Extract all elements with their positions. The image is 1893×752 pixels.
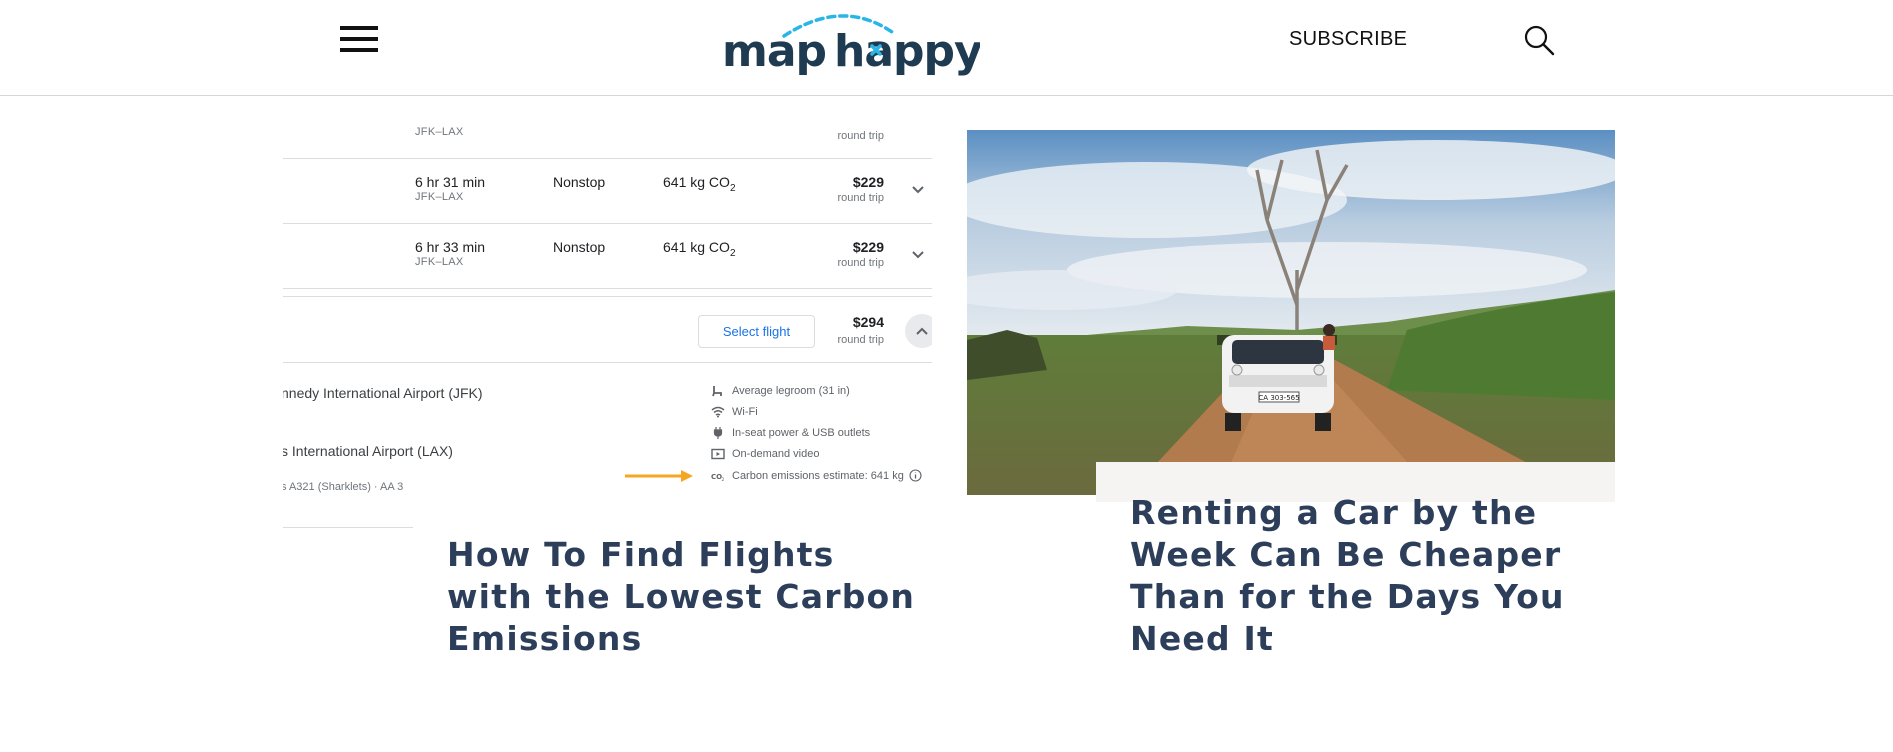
article-title-car-rental[interactable]: Renting a Car by the Week Can Be Cheaper…: [1130, 492, 1580, 660]
info-icon[interactable]: [909, 469, 922, 482]
amenity-legroom: Average legroom (31 in): [711, 385, 850, 397]
duration: 6 hr 31 min: [415, 174, 486, 190]
collapse-button[interactable]: [905, 314, 932, 348]
chevron-down-icon[interactable]: [908, 180, 928, 200]
subscribe-link[interactable]: SUBSCRIBE: [1289, 28, 1407, 51]
site-header: map happy SUBSCRIBE: [0, 0, 1893, 96]
svg-text:CO: CO: [711, 473, 722, 481]
price: $229: [852, 174, 884, 190]
svg-text:2: 2: [722, 477, 725, 482]
aircraft-info: s A321 (Sharklets) · AA 3: [283, 481, 404, 493]
svg-text:map: map: [722, 26, 826, 77]
stops: Nonstop: [553, 174, 606, 190]
co2-icon: CO 2: [711, 473, 725, 482]
article-title-carbon-flights[interactable]: How To Find Flights with the Lowest Carb…: [447, 534, 917, 660]
amenity-power: In-seat power & USB outlets: [711, 427, 870, 439]
select-flight-button[interactable]: Select flight: [698, 315, 815, 348]
car-on-dirt-road-image: CA 303-565: [967, 130, 1615, 495]
power-plug-icon: [713, 427, 723, 439]
route-text: JFK–LAX: [415, 191, 464, 203]
hamburger-menu-icon[interactable]: [340, 26, 380, 56]
video-icon: [711, 448, 725, 460]
trip-type: round trip: [837, 257, 884, 269]
map-happy-logo[interactable]: map happy: [722, 6, 980, 80]
route-text: JFK–LAX: [415, 126, 464, 138]
chevron-down-icon[interactable]: [908, 245, 928, 265]
stops: Nonstop: [553, 239, 606, 255]
car-rental-photo[interactable]: CA 303-565: [967, 130, 1615, 495]
trip-type: round trip: [837, 334, 884, 346]
duration: 6 hr 33 min: [415, 239, 486, 255]
co2-emissions: 641 kg CO2: [663, 174, 736, 194]
amenity-co2: CO 2 Carbon emissions estimate: 641 kg: [711, 469, 922, 482]
svg-text:CA 303-565: CA 303-565: [1258, 394, 1299, 402]
origin-airport: nnedy International Airport (JFK): [283, 385, 483, 401]
trip-type: round trip: [837, 192, 884, 204]
expanded-flight-header: [283, 296, 932, 363]
route-text: JFK–LAX: [415, 256, 464, 268]
wifi-icon: [711, 406, 725, 418]
highlight-arrow-icon: [625, 470, 693, 482]
search-icon[interactable]: [1522, 24, 1556, 58]
svg-text:happy: happy: [834, 26, 980, 77]
flight-row: JFK–LAX round trip: [283, 118, 932, 159]
flight-row[interactable]: 6 hr 33 min JFK–LAX Nonstop 641 kg CO2 $…: [283, 223, 932, 289]
chevron-up-icon: [916, 327, 928, 335]
price: $294: [852, 314, 884, 330]
destination-airport: s International Airport (LAX): [283, 443, 453, 459]
price: $229: [852, 239, 884, 255]
amenity-video: On-demand video: [711, 448, 819, 460]
trip-type: round trip: [837, 130, 884, 142]
amenity-wifi: Wi-Fi: [711, 406, 758, 418]
co2-emissions: 641 kg CO2: [663, 239, 736, 259]
flight-search-screenshot[interactable]: JFK–LAX round trip 6 hr 31 min JFK–LAX N…: [283, 118, 932, 530]
seat-icon: [712, 386, 722, 397]
flight-row[interactable]: 6 hr 31 min JFK–LAX Nonstop 641 kg CO2 $…: [283, 158, 932, 224]
